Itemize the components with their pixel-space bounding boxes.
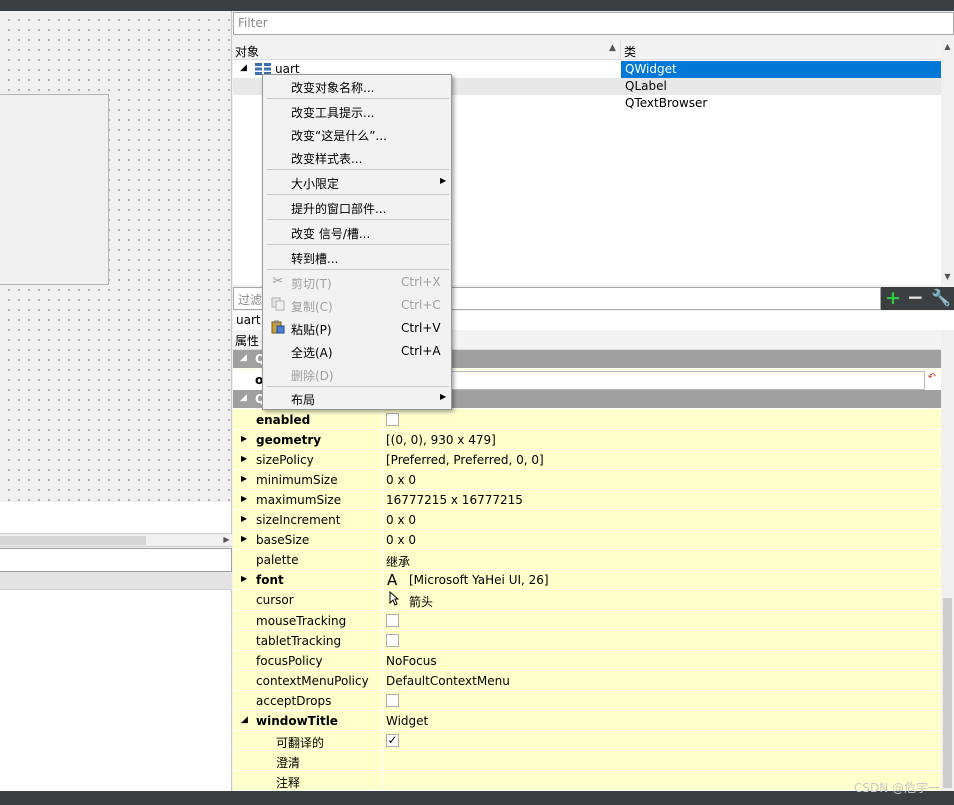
group-collapse-arrow-icon[interactable]: ◢ bbox=[240, 353, 247, 363]
arrow-cursor-icon bbox=[389, 590, 400, 610]
menu-item-change-object-name[interactable]: 改变对象名称... bbox=[264, 75, 450, 98]
paste-icon bbox=[270, 320, 286, 336]
expand-arrow-icon[interactable]: ▶ bbox=[241, 514, 247, 523]
menu-separator bbox=[267, 244, 449, 245]
window-top-bar bbox=[0, 0, 954, 11]
menu-item-delete[interactable]: 删除(D) bbox=[264, 363, 450, 386]
copy-icon bbox=[270, 297, 286, 313]
property-row-geometry[interactable]: ▶ geometry [(0, 0), 930 x 479] bbox=[233, 430, 941, 450]
property-row-sizepolicy[interactable]: ▶ sizePolicy [Preferred, Preferred, 0, 0… bbox=[233, 450, 941, 470]
object-filter-input[interactable]: Filter bbox=[233, 12, 954, 35]
enabled-checkbox[interactable] bbox=[386, 413, 399, 426]
object-inspector-scrollbar[interactable]: ▲ ▼ bbox=[941, 40, 954, 285]
property-row-basesize[interactable]: ▶ baseSize 0 x 0 bbox=[233, 530, 941, 550]
left-panel-input[interactable] bbox=[0, 548, 232, 572]
property-table: ◢ Q o ↶ ◢ Q enabled ▶ geometry [(0, 0), … bbox=[233, 350, 941, 791]
property-row-maximumsize[interactable]: ▶ maximumSize 16777215 x 16777215 bbox=[233, 490, 941, 510]
menu-item-select-all[interactable]: 全选(A) Ctrl+A bbox=[264, 340, 450, 363]
property-row-minimumsize[interactable]: ▶ minimumSize 0 x 0 bbox=[233, 470, 941, 490]
property-row-focuspolicy[interactable]: focusPolicy NoFocus bbox=[233, 651, 941, 671]
property-scrollbar-thumb[interactable] bbox=[943, 598, 952, 788]
group-collapse-arrow-icon[interactable]: ◢ bbox=[240, 393, 247, 403]
menu-separator bbox=[267, 169, 449, 170]
menu-separator bbox=[267, 269, 449, 270]
reset-value-icon[interactable]: ↶ bbox=[925, 372, 939, 387]
menu-separator bbox=[267, 194, 449, 195]
menu-item-layout[interactable]: 布局 ▶ bbox=[264, 387, 450, 410]
property-row-translatable[interactable]: 可翻译的 ✓ bbox=[233, 731, 941, 751]
property-row-enabled[interactable]: enabled bbox=[233, 410, 941, 430]
context-menu: 改变对象名称... 改变工具提示... 改变“这是什么”... 改变样式表...… bbox=[262, 74, 452, 410]
property-row-palette[interactable]: palette 继承 bbox=[233, 550, 941, 570]
acceptdrops-checkbox[interactable] bbox=[386, 694, 399, 707]
property-row-acceptdrops[interactable]: acceptDrops bbox=[233, 691, 941, 711]
submenu-arrow-icon: ▶ bbox=[440, 392, 447, 401]
font-A-icon: A bbox=[387, 571, 398, 589]
menu-separator bbox=[267, 98, 449, 99]
translatable-checkbox[interactable]: ✓ bbox=[386, 734, 399, 747]
menu-item-promoted-widgets[interactable]: 提升的窗口部件... bbox=[264, 196, 450, 219]
menu-item-copy[interactable]: 复制(C) Ctrl+C bbox=[264, 294, 450, 317]
menu-item-change-whatsthis[interactable]: 改变“这是什么”... bbox=[264, 123, 450, 146]
form-widget-placeholder[interactable] bbox=[0, 94, 109, 285]
expand-arrow-icon[interactable]: ▶ bbox=[241, 574, 247, 583]
add-dynamic-property-plus-icon[interactable]: + bbox=[885, 288, 901, 308]
property-row-tablettracking[interactable]: tabletTracking bbox=[233, 631, 941, 651]
window-bottom-bar bbox=[0, 791, 954, 805]
object-inspector-header: 对象 ▲ 类 bbox=[233, 40, 941, 60]
menu-item-size-constraints[interactable]: 大小限定 ▶ bbox=[264, 171, 450, 194]
property-row-sizeincrement[interactable]: ▶ sizeIncrement 0 x 0 bbox=[233, 510, 941, 530]
property-row-cursor[interactable]: cursor 箭头 bbox=[233, 590, 941, 611]
property-row-contextmenupolicy[interactable]: contextMenuPolicy DefaultContextMenu bbox=[233, 671, 941, 691]
expand-arrow-icon[interactable]: ▶ bbox=[241, 434, 247, 443]
property-row-comment[interactable]: 注释 bbox=[233, 771, 941, 791]
expand-arrow-icon[interactable]: ▶ bbox=[241, 494, 247, 503]
scissors-icon: ✂ bbox=[272, 274, 284, 289]
configure-wrench-icon[interactable]: 🔧 bbox=[931, 288, 951, 308]
property-row-font[interactable]: ▶ font A [Microsoft YaHei UI, 26] bbox=[233, 570, 941, 590]
tablettracking-checkbox[interactable] bbox=[386, 634, 399, 647]
left-scrollbar-thumb[interactable] bbox=[0, 536, 146, 545]
expand-arrow-icon[interactable]: ▶ bbox=[241, 454, 247, 463]
column-header-object[interactable]: 对象 bbox=[235, 43, 259, 60]
menu-item-change-stylesheet[interactable]: 改变样式表... bbox=[264, 146, 450, 169]
property-row-windowtitle[interactable]: ◢ windowTitle Widget bbox=[233, 711, 941, 731]
collapse-arrow-icon[interactable]: ◢ bbox=[241, 715, 248, 725]
tree-collapse-arrow-icon[interactable]: ◢ bbox=[240, 63, 247, 73]
scroll-up-arrow-icon[interactable]: ▲ bbox=[941, 42, 954, 51]
menu-separator bbox=[267, 219, 449, 220]
object-class: QWidget bbox=[625, 62, 677, 76]
remove-dynamic-property-minus-icon[interactable]: − bbox=[907, 287, 924, 307]
menu-item-paste[interactable]: 粘贴(P) Ctrl+V bbox=[264, 317, 450, 340]
object-class: QTextBrowser bbox=[625, 96, 708, 110]
header-divider bbox=[620, 40, 621, 60]
objectname-value-input[interactable] bbox=[383, 371, 925, 390]
object-class: QLabel bbox=[625, 79, 667, 93]
menu-item-change-tooltip[interactable]: 改变工具提示... bbox=[264, 100, 450, 123]
watermark-text: CSDN @危宇一 bbox=[853, 781, 940, 795]
menu-item-change-signals-slots[interactable]: 改变 信号/槽... bbox=[264, 221, 450, 244]
scroll-right-arrow-icon[interactable]: ▶ bbox=[221, 534, 232, 546]
scroll-down-arrow-icon[interactable]: ▼ bbox=[941, 272, 954, 281]
sort-ascending-icon: ▲ bbox=[609, 43, 616, 53]
property-row-disambiguation[interactable]: 澄清 bbox=[233, 751, 941, 771]
column-header-class[interactable]: 类 bbox=[624, 43, 636, 60]
property-editor-scrollbar[interactable] bbox=[941, 330, 954, 791]
left-output-area bbox=[0, 502, 232, 533]
form-design-canvas[interactable] bbox=[0, 11, 232, 502]
left-lower-panel bbox=[0, 590, 232, 791]
menu-item-cut[interactable]: ✂ 剪切(T) Ctrl+X bbox=[264, 271, 450, 294]
property-toolbar: + − 🔧 bbox=[881, 287, 954, 310]
expand-arrow-icon[interactable]: ▶ bbox=[241, 474, 247, 483]
submenu-arrow-icon: ▶ bbox=[440, 176, 447, 185]
property-row-mousetracking[interactable]: mouseTracking bbox=[233, 611, 941, 631]
left-horizontal-scrollbar[interactable]: ▶ bbox=[0, 533, 232, 547]
expand-arrow-icon[interactable]: ▶ bbox=[241, 534, 247, 543]
menu-item-go-to-slot[interactable]: 转到槽... bbox=[264, 246, 450, 269]
left-panel-header bbox=[0, 572, 232, 590]
mousetracking-checkbox[interactable] bbox=[386, 614, 399, 627]
